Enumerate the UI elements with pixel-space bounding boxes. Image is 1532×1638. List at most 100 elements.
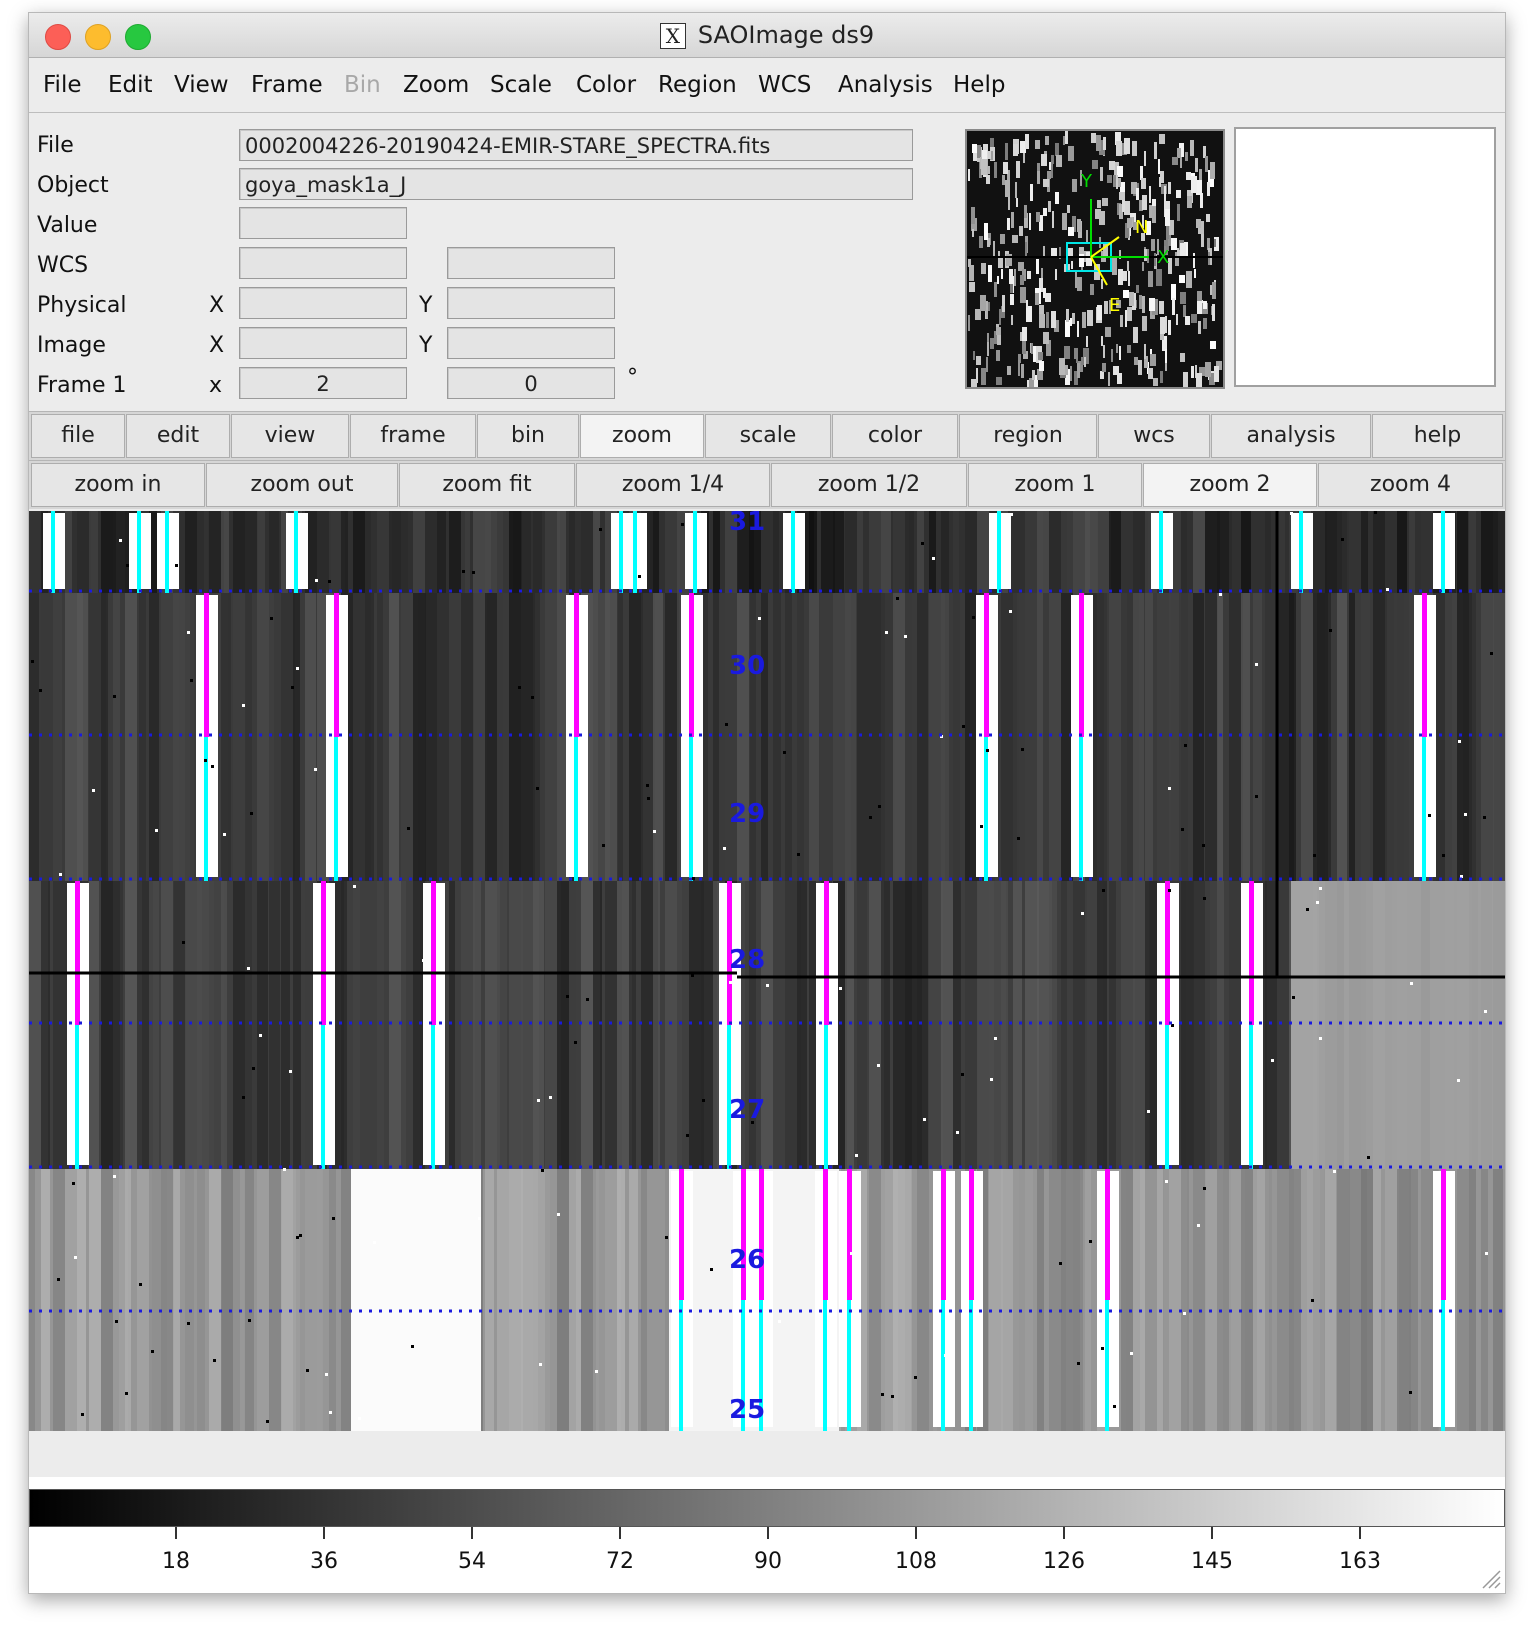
menu-scale[interactable]: Scale [490,58,552,112]
image-column [41,881,50,1169]
menu-region[interactable]: Region [658,58,737,112]
panner-pixel [1103,137,1106,150]
menu-help[interactable]: Help [953,58,1005,112]
value-field [239,207,407,239]
panner-pixel [1046,312,1049,328]
image-noise [723,847,726,850]
btn-help[interactable]: help [1372,414,1503,458]
image-noise [68,954,71,957]
panner-pixel [1092,160,1098,169]
image-noise [541,1169,544,1172]
btn-view[interactable]: view [231,414,349,458]
image-noise [729,981,732,984]
title-bar[interactable]: X SAOImage ds9 [29,13,1505,58]
menu-wcs[interactable]: WCS [758,58,811,112]
panner-pixel [1134,357,1138,365]
image-noise [1202,844,1205,847]
btn-wcs[interactable]: wcs [1098,414,1210,458]
panner-pixel [1149,186,1151,203]
panner-pixel [1214,366,1219,382]
arc-line-cyan [334,737,338,881]
btn-file[interactable]: file [31,414,125,458]
image-noise [956,1131,959,1134]
btn-scale[interactable]: scale [705,414,831,458]
arc-line-cyan [941,1300,945,1431]
image-column [797,593,804,881]
panner-pixel [971,207,975,224]
btn-zoom-fit[interactable]: zoom fit [399,463,575,507]
image-column [917,881,928,1169]
menu-zoom[interactable]: Zoom [403,58,469,112]
btn-region[interactable]: region [959,414,1097,458]
btn-zoom-quarter[interactable]: zoom 1/4 [576,463,770,507]
btn-zoom-4[interactable]: zoom 4 [1318,463,1503,507]
image-column [53,1169,65,1431]
image-noise [31,660,34,663]
image-noise [536,787,539,790]
menu-file[interactable]: File [43,58,82,112]
image-noise [422,959,425,962]
btn-edit[interactable]: edit [126,414,230,458]
btn-zoom-in[interactable]: zoom in [31,463,205,507]
panner-pixel [1148,368,1153,379]
colorbar-tick-label: 18 [162,1549,190,1574]
btn-zoom-half[interactable]: zoom 1/2 [771,463,967,507]
menu-analysis[interactable]: Analysis [838,58,933,112]
image-column [1481,1169,1488,1431]
image-noise [283,1168,286,1171]
btn-color[interactable]: color [832,414,958,458]
btn-zoom-1[interactable]: zoom 1 [968,463,1142,507]
btn-frame[interactable]: frame [350,414,476,458]
colorbar-tick-label: 36 [310,1549,338,1574]
image-column [425,511,437,593]
image-canvas[interactable]: 31 30 29 28 27 26 25 [29,511,1505,1473]
panner-pixel [1070,318,1072,326]
image-column [1109,511,1121,593]
btn-bin[interactable]: bin [477,414,579,458]
panner-pixel [1045,136,1049,145]
btn-analysis[interactable]: analysis [1211,414,1371,458]
btn-zoom[interactable]: zoom [580,414,704,458]
slit-label-25: 25 [729,1395,766,1425]
panner-view[interactable]: Y XN E [965,129,1225,389]
colorbar-tick [1063,1527,1065,1539]
menu-color[interactable]: Color [576,58,636,112]
image-column [1337,511,1347,593]
btn-zoom-2[interactable]: zoom 2 [1143,463,1317,507]
menu-edit[interactable]: Edit [108,58,153,112]
image-column [41,1169,50,1431]
arc-line-magenta [1165,881,1170,1025]
image-noise [74,1256,77,1259]
panner-pixel [1138,360,1142,375]
arc-line-cyan [823,1300,827,1431]
image-column [653,881,660,1169]
colorbar[interactable]: 18 36 54 72 90 108 126 145 163 [29,1477,1505,1593]
panner-pixel [1055,269,1057,280]
panner-pixel [1200,193,1203,208]
colorbar-tick [1359,1527,1361,1539]
panner-pixel [1191,366,1194,378]
image-column [485,1169,494,1431]
panner-pixel [1010,294,1014,305]
spectrum-image [29,511,1505,1473]
image-column [1373,511,1385,593]
menu-view[interactable]: View [174,58,229,112]
btn-zoom-out[interactable]: zoom out [206,463,398,507]
menu-frame[interactable]: Frame [251,58,323,112]
image-noise [1184,744,1187,747]
image-column [401,881,412,1169]
panner-pixel [1159,134,1165,144]
image-noise [961,1073,964,1076]
image-noise [891,1395,894,1398]
image-column [413,593,426,881]
image-column [425,593,437,881]
panner-pixel [969,282,975,292]
image-column [221,511,229,593]
image-column [953,881,961,1169]
image-column [1325,1169,1336,1431]
image-column [1337,593,1347,881]
image-column [365,511,371,593]
image-column [365,593,374,881]
image-noise [1009,610,1012,613]
resize-grip-icon[interactable] [1479,1567,1501,1589]
